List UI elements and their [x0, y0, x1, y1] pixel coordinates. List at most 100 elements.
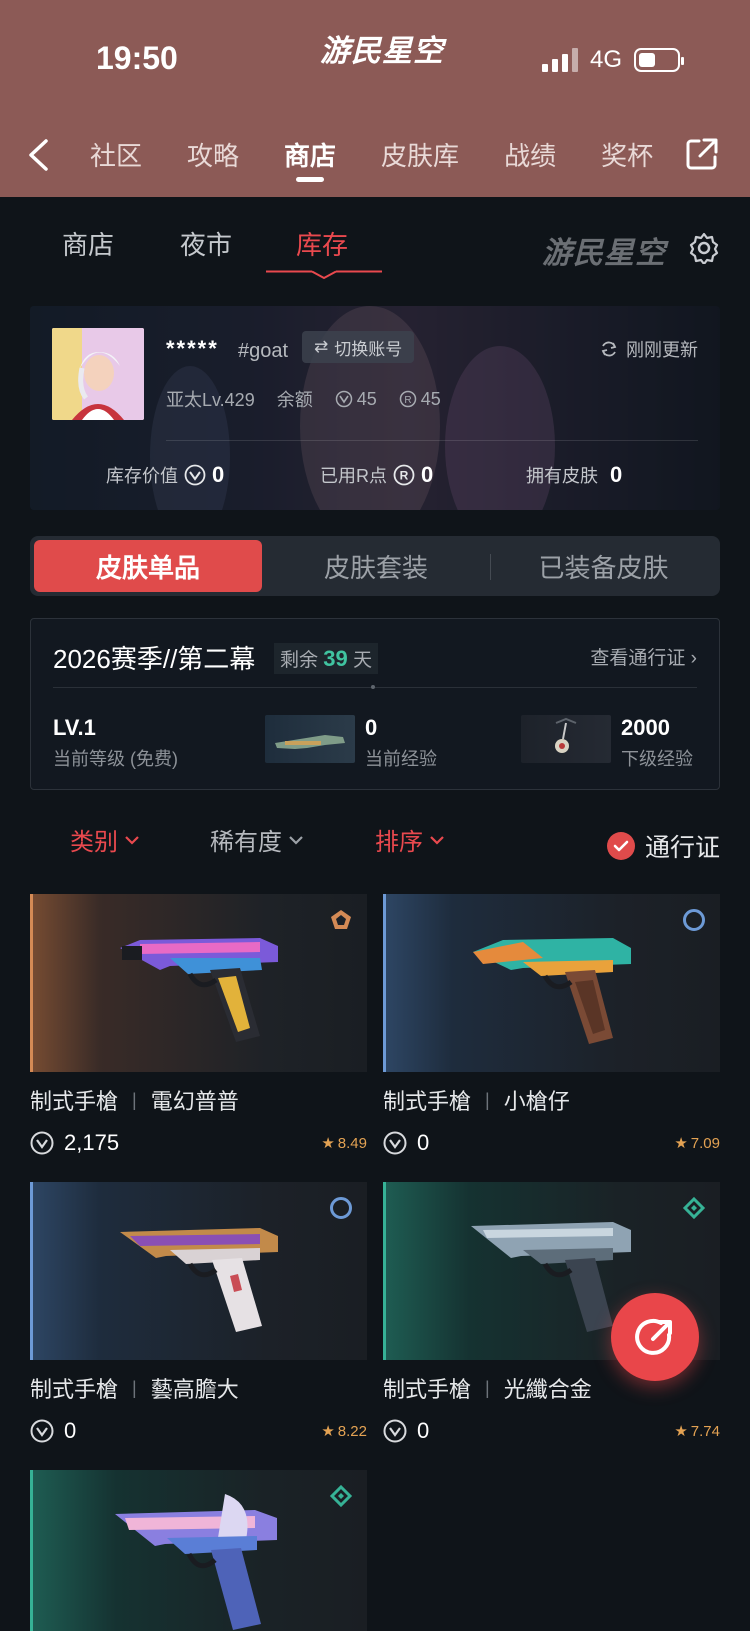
skin-price-value: 0 — [417, 1130, 430, 1155]
rarity-filter[interactable]: 稀有度 — [210, 822, 304, 857]
category-filter-label: 类别 — [70, 829, 118, 856]
balance-label: 余额 — [276, 390, 313, 410]
nav-item-community[interactable]: 社区 — [90, 136, 142, 186]
view-battle-pass-label: 查看通行证 — [590, 648, 686, 669]
skin-price-value: 0 — [64, 1418, 77, 1443]
pistol-image — [120, 1228, 278, 1332]
season-pass-card: 2026赛季//第二幕 剩余 39 天 查看通行证 › LV.1 当前等级 (免… — [30, 618, 720, 790]
next-exp: 2000 — [621, 715, 670, 740]
nav-item-stats[interactable]: 战绩 — [504, 136, 556, 186]
segment-equipped-skins[interactable]: 已装备皮肤 — [491, 540, 716, 592]
vp-icon — [30, 1131, 54, 1155]
profile-divider — [166, 440, 698, 441]
star-icon: ★ — [321, 1135, 335, 1152]
skin-type-segment: 皮肤单品 皮肤套装 已装备皮肤 — [30, 536, 720, 596]
status-time: 19:50 — [96, 40, 178, 76]
used-rp-stat: 已用R点 R 0 — [320, 462, 433, 488]
brand-watermark: 游民星空 — [542, 237, 666, 270]
active-tab-indicator — [266, 270, 382, 280]
premium-tier-icon — [331, 910, 351, 929]
refresh-icon — [601, 341, 617, 357]
weapon-name: 制式手槍 — [383, 1089, 472, 1114]
skin-card[interactable]: 制式手槍 | 電幻普普 2,175 ★ 8.49 — [30, 894, 367, 1158]
pistol-image — [115, 1493, 277, 1630]
current-exp-label: 当前经验 — [365, 749, 437, 769]
share-fab-button[interactable] — [611, 1293, 699, 1381]
next-reward-image[interactable] — [521, 715, 611, 763]
owned-skins-label: 拥有皮肤 — [526, 466, 598, 486]
rp-balance-value: 45 — [420, 388, 441, 409]
skin-rating-value: 7.09 — [690, 1134, 720, 1152]
status-indicators: 4G — [541, 46, 684, 74]
skin-price: 0 — [30, 1418, 76, 1444]
pistol-image — [473, 938, 631, 1044]
refresh-button[interactable]: 刚刚更新 — [600, 336, 698, 362]
remain-suffix: 天 — [353, 650, 373, 671]
external-share-icon[interactable] — [684, 136, 720, 172]
skin-name: 電幻普普 — [150, 1089, 239, 1114]
subtab-inventory[interactable]: 库存 — [296, 225, 348, 262]
nav-item-trophy[interactable]: 奖杯 — [601, 136, 653, 186]
segment-single-skins[interactable]: 皮肤单品 — [34, 540, 262, 592]
owned-skins-stat: 拥有皮肤 0 — [526, 462, 622, 488]
nav-item-guide[interactable]: 攻略 — [187, 136, 239, 186]
deluxe-tier-icon — [682, 1196, 706, 1220]
skin-rating-value: 7.74 — [690, 1422, 720, 1440]
select-tier-icon — [330, 1197, 352, 1219]
next-exp-label: 下级经验 — [621, 749, 693, 769]
segment-skin-bundles[interactable]: 皮肤套装 — [262, 540, 490, 592]
network-type: 4G — [589, 46, 622, 73]
svg-text:R: R — [400, 469, 409, 483]
sort-filter[interactable]: 排序 — [375, 822, 445, 857]
star-icon: ★ — [674, 1423, 688, 1440]
season-remaining: 剩余 39 天 — [274, 643, 379, 674]
skin-card[interactable]: 制式手槍 | 小槍仔 0 ★ 7.09 — [383, 894, 720, 1158]
skin-card[interactable]: 制式手槍 | 藝高膽大 0 ★ 8.22 — [30, 1182, 367, 1446]
current-level-label: 当前等级 (免费) — [53, 749, 178, 769]
switch-account-label: 切换账号 — [334, 339, 403, 359]
rarity-filter-label: 稀有度 — [210, 829, 282, 856]
pistol-image — [120, 938, 278, 1042]
share-arrow-icon — [635, 1319, 672, 1355]
category-filter[interactable]: 类别 — [70, 822, 140, 857]
skin-card-image — [30, 894, 367, 1072]
used-rp-label: 已用R点 — [320, 466, 387, 486]
vp-balance-value: 45 — [356, 388, 377, 409]
remain-prefix: 剩余 — [280, 650, 319, 671]
rp-balance: R 45 — [399, 389, 441, 410]
top-nav: 社区 攻略 商店 皮肤库 战绩 奖杯 — [90, 136, 698, 186]
title-separator: | — [132, 1089, 137, 1110]
switch-account-button[interactable]: ⇄ 切换账号 — [302, 331, 415, 363]
back-arrow-icon[interactable] — [26, 138, 50, 172]
skin-card-footer: 0 ★ 8.22 — [30, 1418, 367, 1446]
chevron-down-icon — [125, 835, 139, 845]
subtab-store[interactable]: 商店 — [62, 225, 114, 262]
vp-icon — [184, 464, 206, 486]
skin-card-footer: 0 ★ 7.74 — [383, 1418, 720, 1446]
checkmark-icon — [607, 832, 635, 860]
skin-card-image — [383, 894, 720, 1072]
skin-name: 光纖合金 — [503, 1377, 592, 1402]
current-reward-image[interactable] — [265, 715, 355, 763]
battle-pass-toggle-label: 通行证 — [645, 834, 721, 862]
skin-rating-value: 8.49 — [337, 1134, 367, 1152]
skin-rating: ★ 7.74 — [674, 1422, 720, 1441]
skin-rating: ★ 8.49 — [321, 1134, 367, 1153]
avatar[interactable] — [52, 328, 144, 420]
weapon-name: 制式手槍 — [30, 1377, 119, 1402]
refresh-label: 刚刚更新 — [626, 340, 698, 360]
nav-item-skin-library[interactable]: 皮肤库 — [381, 136, 459, 186]
title-separator: | — [485, 1089, 490, 1110]
gear-icon[interactable] — [688, 232, 720, 264]
skin-card-title: 制式手槍 | 小槍仔 — [383, 1084, 720, 1116]
weapon-name: 制式手槍 — [30, 1089, 119, 1114]
nav-item-store[interactable]: 商店 — [284, 136, 336, 186]
star-icon: ★ — [674, 1135, 688, 1152]
skin-card-image — [30, 1470, 367, 1631]
view-battle-pass-link[interactable]: 查看通行证 › — [590, 643, 697, 670]
battle-pass-toggle[interactable]: 通行证 — [607, 828, 720, 864]
skin-card[interactable] — [30, 1470, 367, 1631]
used-rp-value: 0 — [421, 462, 434, 487]
subtab-night-market[interactable]: 夜市 — [180, 225, 232, 262]
skin-card-title: 制式手槍 | 藝高膽大 — [30, 1372, 367, 1404]
